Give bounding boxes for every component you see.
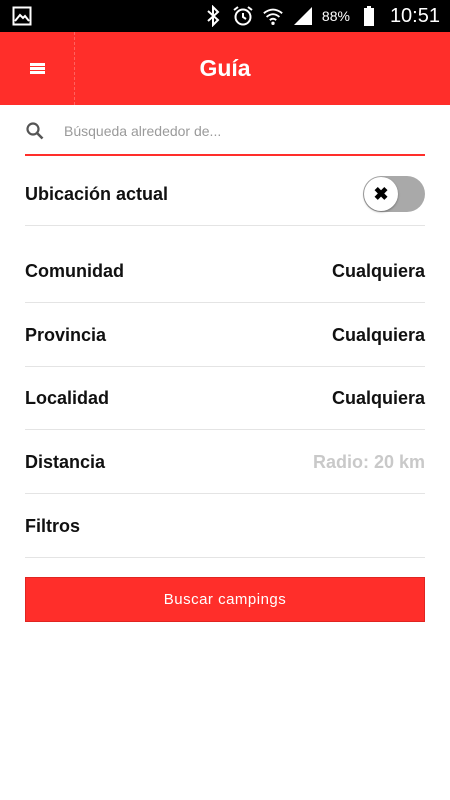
search-input[interactable] xyxy=(64,122,425,139)
close-icon: ✖ xyxy=(364,177,398,211)
current-location-label: Ubicación actual xyxy=(25,183,169,204)
filter-label: Localidad xyxy=(25,387,110,408)
hamburger-menu-icon xyxy=(29,62,45,76)
filter-value: Radio: 20 km xyxy=(312,451,425,472)
filter-row-filtros[interactable]: Filtros xyxy=(25,495,425,558)
filter-value: Cualquiera xyxy=(331,387,425,408)
image-icon xyxy=(12,6,32,26)
battery-icon xyxy=(358,5,380,27)
filter-label: Provincia xyxy=(25,324,107,345)
filter-label: Filtros xyxy=(25,515,81,536)
filter-row-comunidad[interactable]: Comunidad Cualquiera xyxy=(25,240,425,303)
filter-label: Comunidad xyxy=(25,260,124,281)
filter-value: Cualquiera xyxy=(331,260,425,281)
battery-percent: 88% xyxy=(321,8,350,24)
search-campings-button[interactable]: Buscar campings xyxy=(25,577,425,622)
alarm-icon xyxy=(232,5,254,27)
wifi-icon xyxy=(262,5,284,27)
app-bar: Guía xyxy=(0,32,450,105)
search-bar xyxy=(25,107,425,156)
signal-icon xyxy=(292,5,314,27)
filter-row-distancia[interactable]: Distancia Radio: 20 km xyxy=(25,431,425,494)
bluetooth-icon xyxy=(202,5,224,27)
filter-row-provincia[interactable]: Provincia Cualquiera xyxy=(25,304,425,367)
filter-value: Cualquiera xyxy=(331,324,425,345)
clock: 10:51 xyxy=(389,4,440,27)
status-bar: 88% 10:51 xyxy=(0,0,450,32)
filter-row-localidad[interactable]: Localidad Cualquiera xyxy=(25,367,425,430)
current-location-toggle[interactable]: ✖ xyxy=(363,176,425,212)
filter-label: Distancia xyxy=(25,451,106,472)
search-icon xyxy=(26,121,44,140)
hamburger-menu-button[interactable] xyxy=(0,32,75,105)
current-location-row: Ubicación actual ✖ xyxy=(25,163,425,226)
